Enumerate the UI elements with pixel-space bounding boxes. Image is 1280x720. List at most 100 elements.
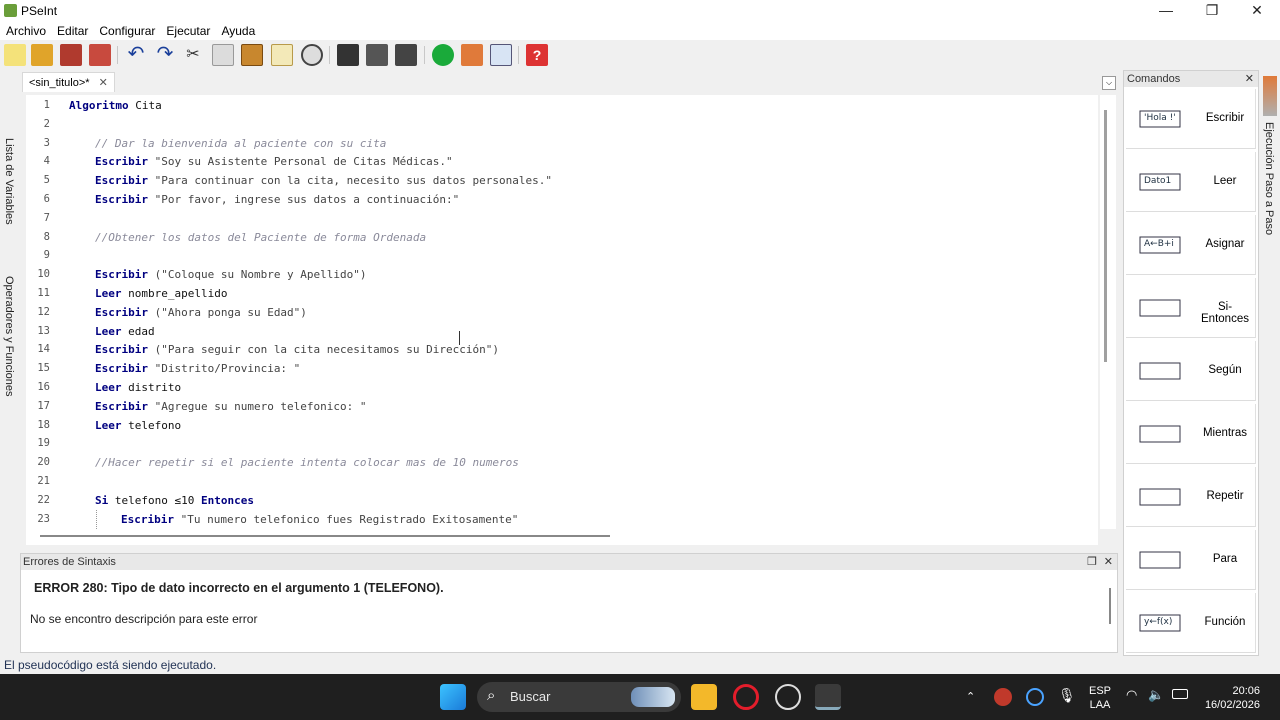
code-line[interactable]: 1 Algoritmo Cita <box>26 96 1098 115</box>
errors-close-icon[interactable]: ✕ <box>1104 554 1113 570</box>
code-line[interactable]: 9 <box>26 246 1098 265</box>
menu-ayuda[interactable]: Ayuda <box>215 22 260 40</box>
command-si-entonces[interactable]: Si-Entonces <box>1126 278 1256 338</box>
variables-list-tab[interactable]: Lista de Variables <box>3 138 15 225</box>
code-line[interactable]: 23 Escribir "Tu numero telefonico fues Re… <box>26 509 1098 529</box>
code-line[interactable]: 8 //Obtener los datos del Paciente de for… <box>26 228 1098 247</box>
code-line[interactable]: 3 // Dar la bienvenida al paciente con su… <box>26 134 1098 153</box>
close-button[interactable]: ✕ <box>1234 0 1280 22</box>
keyword: Escribir <box>95 362 148 376</box>
menu-editar[interactable]: Editar <box>51 22 93 40</box>
save-icon[interactable] <box>60 44 82 66</box>
tab-list-dropdown-icon[interactable]: ⌵ <box>1102 76 1116 90</box>
errors-restore-icon[interactable]: ❐ <box>1087 554 1097 570</box>
undo-icon[interactable]: ↶ <box>125 44 147 66</box>
run-icon[interactable] <box>432 44 454 66</box>
identifier: telefono ≤10 <box>108 493 201 507</box>
code-line[interactable]: 17 Escribir "Agregue su numero telefonico… <box>26 397 1098 416</box>
diagram-icon[interactable] <box>490 44 512 66</box>
code-editor[interactable]: 1 Algoritmo Cita 2 3// Dar la bienvenida al… <box>26 95 1098 529</box>
pseint-taskbar-icon[interactable] <box>815 684 841 710</box>
command-asignar[interactable]: A←B+i Asignar <box>1126 215 1256 275</box>
window-title: PSeInt <box>21 4 58 18</box>
open-folder-icon[interactable] <box>31 44 53 66</box>
editor-tab-bar: <sin_titulo>* ✕ ⌵ <box>22 72 1120 94</box>
error-message[interactable]: ERROR 280: Tipo de dato incorrecto en el… <box>34 581 444 595</box>
maximize-button[interactable]: ❐ <box>1189 0 1235 22</box>
show-hidden-icons-icon[interactable]: ⌃ <box>966 690 975 704</box>
file-explorer-icon[interactable] <box>691 684 717 710</box>
redo-icon[interactable]: ↷ <box>154 44 176 66</box>
menu-ejecutar[interactable]: Ejecutar <box>160 22 215 40</box>
code-line[interactable]: 10 Escribir ("Coloque su Nombre y Apellid… <box>26 265 1098 284</box>
taskbar-search[interactable]: ⌕ Buscar <box>477 682 681 712</box>
commands-panel-close-icon[interactable]: ✕ <box>1245 71 1254 87</box>
lines-icon[interactable] <box>366 44 388 66</box>
editor-horizontal-scrollbar[interactable] <box>26 529 1098 545</box>
errors-scroll-thumb[interactable] <box>1109 588 1111 624</box>
start-icon[interactable] <box>440 684 466 710</box>
volume-icon[interactable]: 🔈 <box>1148 688 1164 702</box>
command-repetir[interactable]: Repetir <box>1126 467 1256 527</box>
keyboard-layout: LAA <box>1089 699 1111 711</box>
keyboard-language[interactable]: ESP LAA <box>1088 684 1112 712</box>
chatgpt-icon[interactable] <box>775 684 801 710</box>
command-seg-n[interactable]: Según <box>1126 341 1256 401</box>
code-line[interactable]: 4 Escribir "Soy su Asistente Personal de … <box>26 152 1098 171</box>
code-line[interactable]: 22 Si telefono ≤10 Entonces <box>26 491 1098 510</box>
save-as-icon[interactable] <box>89 44 111 66</box>
microphone-icon[interactable]: 🎙 <box>1058 688 1076 702</box>
code-line[interactable]: 18 Leer telefono <box>26 416 1098 435</box>
indent-icon[interactable] <box>337 44 359 66</box>
code-line[interactable]: 19 <box>26 434 1098 453</box>
editor-vertical-scroll-thumb[interactable] <box>1104 110 1107 362</box>
wifi-icon[interactable]: ◠ <box>1126 688 1137 702</box>
wrench-icon[interactable] <box>395 44 417 66</box>
command-leer[interactable]: Dato1 Leer <box>1126 152 1256 212</box>
command-mientras[interactable]: Mientras <box>1126 404 1256 464</box>
opera-icon[interactable] <box>733 684 759 710</box>
new-file-icon[interactable] <box>4 44 26 66</box>
cut-icon[interactable]: ✂ <box>182 44 204 66</box>
find-icon[interactable] <box>301 44 323 66</box>
code-line[interactable]: 7 <box>26 209 1098 228</box>
code-line[interactable]: 20 //Hacer repetir si el paciente intenta… <box>26 453 1098 472</box>
code-line[interactable]: 21 <box>26 472 1098 491</box>
sync-icon[interactable] <box>1026 688 1044 706</box>
paste-icon[interactable] <box>241 44 263 66</box>
menu-archivo[interactable]: Archivo <box>0 22 51 40</box>
code-line[interactable]: 14 Escribir ("Para seguir con la cita nec… <box>26 340 1098 359</box>
battery-icon[interactable] <box>1172 689 1188 699</box>
code-line[interactable]: 11 Leer nombre_apellido <box>26 284 1098 303</box>
command-funci-n[interactable]: y←f(x) Función <box>1126 593 1256 653</box>
antivirus-icon[interactable] <box>994 688 1012 706</box>
code-line[interactable]: 15 Escribir "Distrito/Provincia: " <box>26 359 1098 378</box>
tab-close-icon[interactable]: ✕ <box>99 77 108 89</box>
code-line[interactable]: 13 Leer edad <box>26 322 1098 341</box>
menu-configurar[interactable]: Configurar <box>93 22 160 40</box>
code-text: //Obtener los datos del Paciente de form… <box>95 228 426 247</box>
search-icon: ⌕ <box>487 687 496 704</box>
status-bar: El pseudocódigo está siendo ejecutado. <box>0 656 1280 674</box>
editor-vertical-scrollbar[interactable] <box>1100 95 1116 529</box>
editor-horizontal-scroll-thumb[interactable] <box>40 535 610 537</box>
edit-icon[interactable] <box>271 44 293 66</box>
tab-sin-titulo[interactable]: <sin_titulo>* ✕ <box>22 72 115 92</box>
keyword: Escribir <box>95 155 148 169</box>
code-line[interactable]: 2 <box>26 115 1098 134</box>
code-line[interactable]: 16 Leer distrito <box>26 378 1098 397</box>
minimize-button[interactable]: — <box>1143 0 1189 22</box>
code-line[interactable]: 6 Escribir "Por favor, ingrese sus datos … <box>26 190 1098 209</box>
step-execution-tab[interactable]: Ejecución Paso a Paso <box>1263 122 1275 235</box>
copy-icon[interactable] <box>212 44 234 66</box>
help-icon[interactable]: ? <box>526 44 548 66</box>
code-line[interactable]: 5 Escribir "Para continuar con la cita, n… <box>26 171 1098 190</box>
step-icon[interactable] <box>461 44 483 66</box>
operators-functions-tab[interactable]: Operadores y Funciones <box>3 276 15 396</box>
command-para[interactable]: Para <box>1126 530 1256 590</box>
command-escribir[interactable]: 'Hola !' Escribir <box>1126 89 1256 149</box>
code-text: // Dar la bienvenida al paciente con su … <box>95 134 386 153</box>
clock[interactable]: 20:06 16/02/2026 <box>1198 684 1260 712</box>
line-number: 14 <box>37 343 50 356</box>
code-line[interactable]: 12 Escribir ("Ahora ponga su Edad") <box>26 303 1098 322</box>
